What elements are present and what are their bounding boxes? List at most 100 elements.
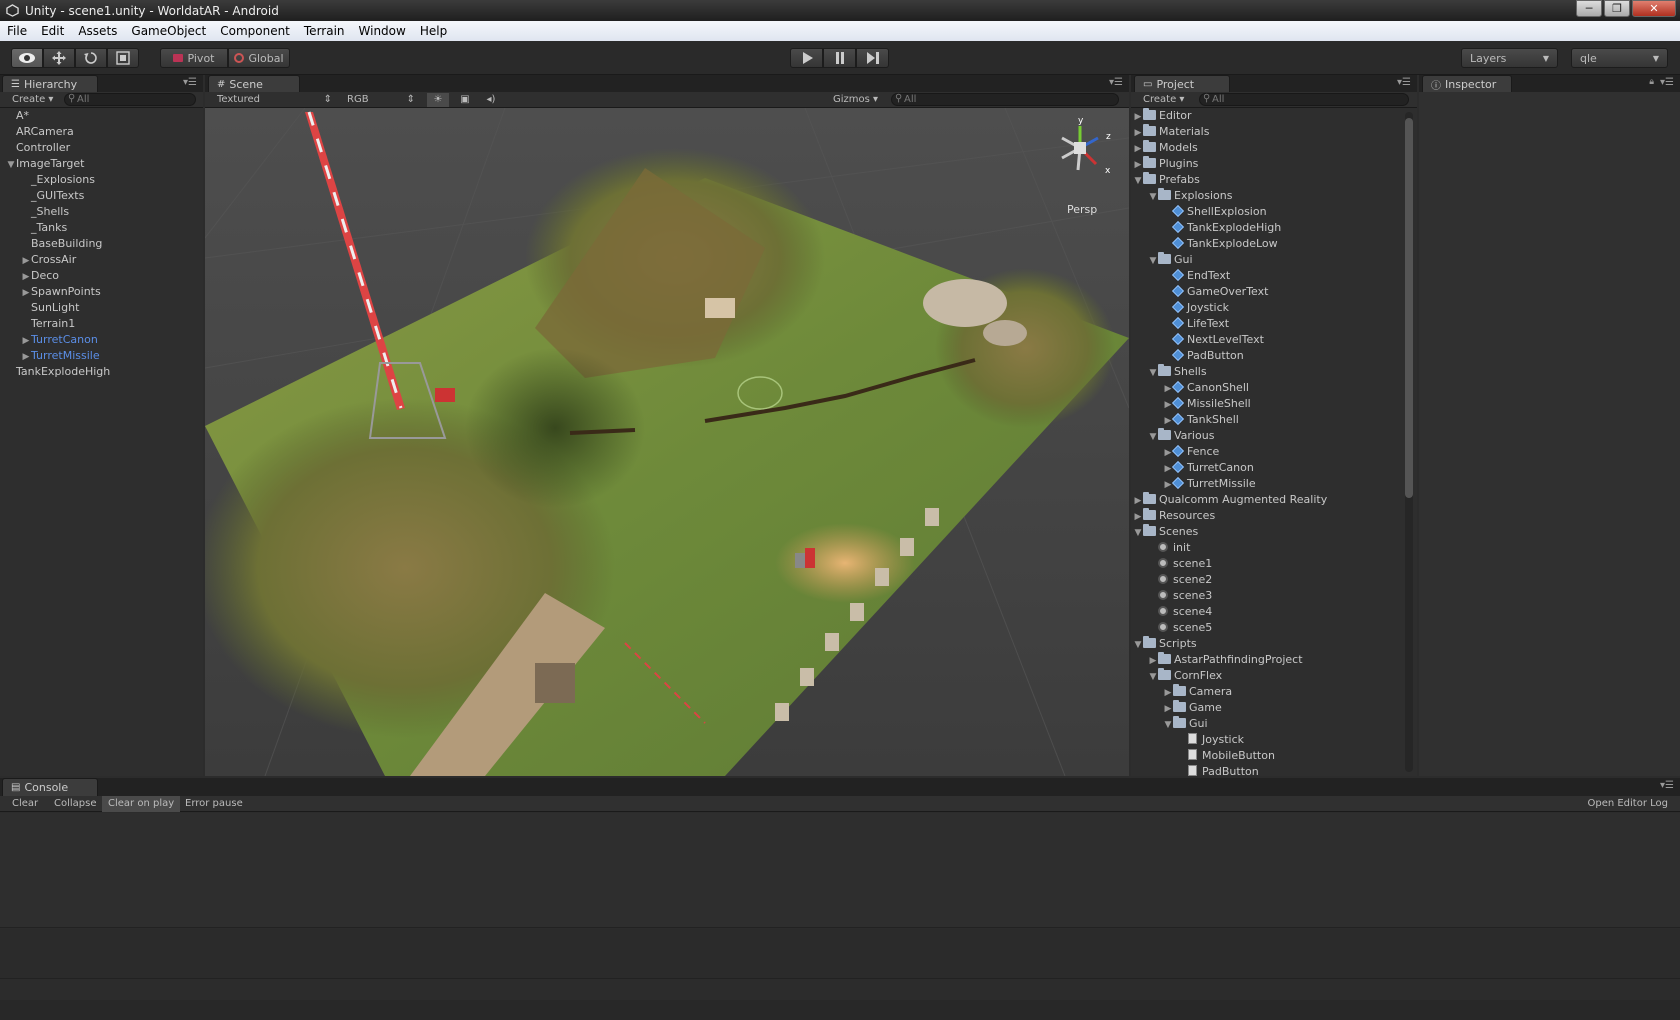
project-item[interactable]: ▶ Resources — [1131, 508, 1417, 524]
expand-arrow-down-icon[interactable]: ▼ — [1148, 189, 1158, 205]
tab-hierarchy[interactable]: ☰ Hierarchy — [2, 75, 98, 92]
expand-arrow-down-icon[interactable]: ▼ — [1133, 173, 1143, 189]
expand-arrow-right-icon[interactable]: ▶ — [1133, 109, 1143, 125]
perspective-label[interactable]: Persp — [1067, 203, 1097, 216]
project-create-dropdown[interactable]: Create ▾ — [1143, 93, 1184, 107]
project-item[interactable]: GameOverText — [1131, 284, 1417, 300]
project-scrollbar-thumb[interactable] — [1405, 118, 1413, 498]
menu-edit[interactable]: Edit — [34, 24, 71, 38]
hierarchy-item[interactable]: ▶ SpawnPoints — [0, 284, 203, 300]
expand-arrow-right-icon[interactable]: ▶ — [1163, 477, 1173, 493]
menu-help[interactable]: Help — [413, 24, 454, 38]
expand-arrow-down-icon[interactable]: ▼ — [6, 157, 16, 173]
hierarchy-item[interactable]: TankExplodeHigh — [0, 364, 203, 380]
tab-console[interactable]: ▤ Console — [2, 778, 98, 796]
panel-menu-icon[interactable]: ▾☰ — [1660, 780, 1674, 791]
hierarchy-item[interactable]: SunLight — [0, 300, 203, 316]
project-item[interactable]: ▶ TurretMissile — [1131, 476, 1417, 492]
project-item[interactable]: init — [1131, 540, 1417, 556]
project-item[interactable]: ▼ Scripts — [1131, 636, 1417, 652]
maximize-button[interactable]: ❐ — [1604, 0, 1630, 17]
expand-arrow-right-icon[interactable]: ▶ — [21, 269, 31, 285]
open-editor-log-button[interactable]: Open Editor Log — [1581, 796, 1674, 812]
expand-arrow-down-icon[interactable]: ▼ — [1148, 253, 1158, 269]
project-item[interactable]: ▼ Explosions — [1131, 188, 1417, 204]
rotate-tool-button[interactable] — [75, 48, 107, 68]
expand-arrow-right-icon[interactable]: ▶ — [1148, 653, 1158, 669]
expand-arrow-right-icon[interactable]: ▶ — [1163, 413, 1173, 429]
orientation-gizmo-icon[interactable] — [1050, 108, 1120, 188]
tab-project[interactable]: ▭ Project — [1134, 75, 1230, 92]
project-item[interactable]: NextLevelText — [1131, 332, 1417, 348]
console-detail-area[interactable] — [0, 929, 1680, 979]
expand-arrow-down-icon[interactable]: ▼ — [1133, 637, 1143, 653]
expand-arrow-down-icon[interactable]: ▼ — [1133, 525, 1143, 541]
hierarchy-item[interactable]: ▶ TurretMissile — [0, 348, 203, 364]
project-item[interactable]: ▼ Various — [1131, 428, 1417, 444]
expand-arrow-right-icon[interactable]: ▶ — [1133, 141, 1143, 157]
project-item[interactable]: scene5 — [1131, 620, 1417, 636]
expand-arrow-right-icon[interactable]: ▶ — [1133, 493, 1143, 509]
layout-dropdown[interactable]: qle ▼ — [1571, 48, 1668, 68]
menu-gameobject[interactable]: GameObject — [124, 24, 213, 38]
panel-menu-icon[interactable]: ▾☰ — [183, 77, 197, 88]
view-tool-button[interactable] — [11, 48, 43, 68]
console-log-area[interactable] — [0, 813, 1680, 928]
move-tool-button[interactable] — [43, 48, 75, 68]
step-button[interactable] — [856, 48, 889, 68]
hierarchy-item[interactable]: _Tanks — [0, 220, 203, 236]
hierarchy-item[interactable]: _Shells — [0, 204, 203, 220]
project-item[interactable]: ▼ Prefabs — [1131, 172, 1417, 188]
fx-toggle[interactable]: ▣ — [454, 93, 476, 107]
tab-inspector[interactable]: ⓘ Inspector — [1422, 75, 1512, 92]
project-item[interactable]: scene2 — [1131, 572, 1417, 588]
minimize-button[interactable]: ─ — [1576, 0, 1602, 17]
hierarchy-item[interactable]: Controller — [0, 140, 203, 156]
scene-search-input[interactable]: ⚲ All — [891, 93, 1119, 106]
expand-arrow-down-icon[interactable]: ▼ — [1163, 717, 1173, 733]
expand-arrow-right-icon[interactable]: ▶ — [1163, 381, 1173, 397]
expand-arrow-right-icon[interactable]: ▶ — [1163, 701, 1173, 717]
project-item[interactable]: ▶ TurretCanon — [1131, 460, 1417, 476]
project-scrollbar[interactable] — [1405, 112, 1413, 772]
project-item[interactable]: ▶ Fence — [1131, 444, 1417, 460]
project-item[interactable]: ▶ Materials — [1131, 124, 1417, 140]
project-item[interactable]: ▶ MissileShell — [1131, 396, 1417, 412]
project-item[interactable]: ▶ CanonShell — [1131, 380, 1417, 396]
hierarchy-item[interactable]: ARCamera — [0, 124, 203, 140]
hierarchy-create-dropdown[interactable]: Create ▾ — [12, 93, 53, 107]
hierarchy-search-input[interactable]: ⚲ All — [64, 93, 196, 106]
layers-dropdown[interactable]: Layers ▼ — [1461, 48, 1558, 68]
expand-arrow-right-icon[interactable]: ▶ — [1133, 509, 1143, 525]
expand-arrow-right-icon[interactable]: ▶ — [1163, 461, 1173, 477]
project-item[interactable]: Joystick — [1131, 732, 1417, 748]
project-item[interactable]: MobileButton — [1131, 748, 1417, 764]
scene-viewport[interactable]: y z x Persp — [205, 108, 1129, 776]
project-item[interactable]: ShellExplosion — [1131, 204, 1417, 220]
project-item[interactable]: scene4 — [1131, 604, 1417, 620]
project-item[interactable]: Joystick — [1131, 300, 1417, 316]
project-item[interactable]: ▼ CornFlex — [1131, 668, 1417, 684]
expand-arrow-down-icon[interactable]: ▼ — [1148, 429, 1158, 445]
audio-toggle[interactable]: ◂) — [480, 93, 502, 107]
expand-arrow-right-icon[interactable]: ▶ — [21, 285, 31, 301]
expand-arrow-right-icon[interactable]: ▶ — [21, 333, 31, 349]
hierarchy-item[interactable]: Terrain1 — [0, 316, 203, 332]
panel-menu-icon[interactable]: ▾☰ — [1660, 77, 1674, 88]
console-clear-on-play-toggle[interactable]: Clear on play — [102, 796, 181, 812]
menu-component[interactable]: Component — [213, 24, 297, 38]
project-item[interactable]: TankExplodeLow — [1131, 236, 1417, 252]
menu-terrain[interactable]: Terrain — [297, 24, 352, 38]
lock-icon[interactable]: 🔒︎ — [1649, 77, 1654, 87]
panel-menu-icon[interactable]: ▾☰ — [1397, 77, 1411, 88]
project-item[interactable]: ▶ Editor — [1131, 108, 1417, 124]
menu-window[interactable]: Window — [352, 24, 413, 38]
project-item[interactable]: ▶ Qualcomm Augmented Reality — [1131, 492, 1417, 508]
project-item[interactable]: ▶ Camera — [1131, 684, 1417, 700]
hierarchy-item[interactable]: ▶ TurretCanon — [0, 332, 203, 348]
project-item[interactable]: PadButton — [1131, 764, 1417, 776]
expand-arrow-right-icon[interactable]: ▶ — [1163, 685, 1173, 701]
console-clear-button[interactable]: Clear — [6, 796, 44, 812]
hierarchy-item[interactable]: ▼ ImageTarget — [0, 156, 203, 172]
close-button[interactable]: ✕ — [1632, 0, 1676, 17]
